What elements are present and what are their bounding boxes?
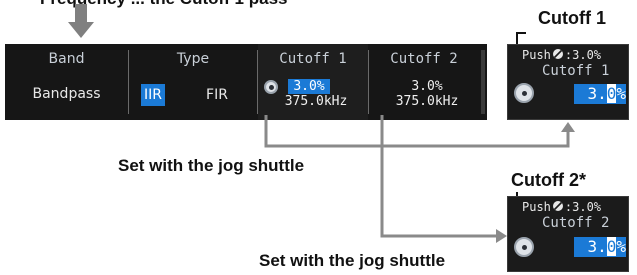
jog-caption-2: Set with the jog shuttle	[259, 251, 446, 270]
value-unit: %	[616, 237, 626, 256]
dialog2-title: Cutoff 2	[542, 215, 610, 231]
jog-knob-icon	[514, 237, 534, 257]
push-hint: Push :3.0%	[522, 200, 601, 214]
cutoff2-callout: Cutoff 2*	[511, 170, 586, 190]
cutoff2-dialog: Push :3.0% Cutoff 2 3.0%	[507, 196, 629, 272]
value-cursor: 0	[606, 237, 617, 256]
push-value: :3.0%	[564, 200, 602, 214]
push-label: Push	[522, 200, 551, 214]
jog-caption-1: Set with the jog shuttle	[118, 156, 305, 175]
value-main: 3.	[587, 237, 607, 256]
reset-circle-icon	[552, 201, 563, 211]
dialog2-value-field[interactable]: 3.0%	[574, 237, 626, 257]
